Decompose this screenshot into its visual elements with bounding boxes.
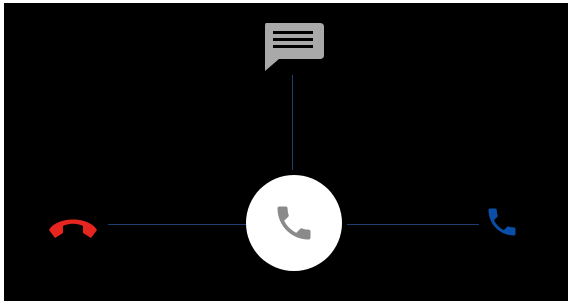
track-right xyxy=(347,224,479,225)
reply-with-message-target[interactable] xyxy=(259,21,327,73)
message-icon xyxy=(261,22,325,72)
call-drag-handle[interactable] xyxy=(246,175,342,271)
answer-call-icon xyxy=(484,204,520,240)
decline-call-icon xyxy=(45,213,101,241)
track-left xyxy=(108,224,247,225)
answer-call-target[interactable] xyxy=(482,202,522,242)
track-up xyxy=(292,75,293,170)
incoming-call-glowpad xyxy=(4,3,568,301)
phone-icon xyxy=(272,201,316,245)
decline-call-target[interactable] xyxy=(44,207,102,247)
